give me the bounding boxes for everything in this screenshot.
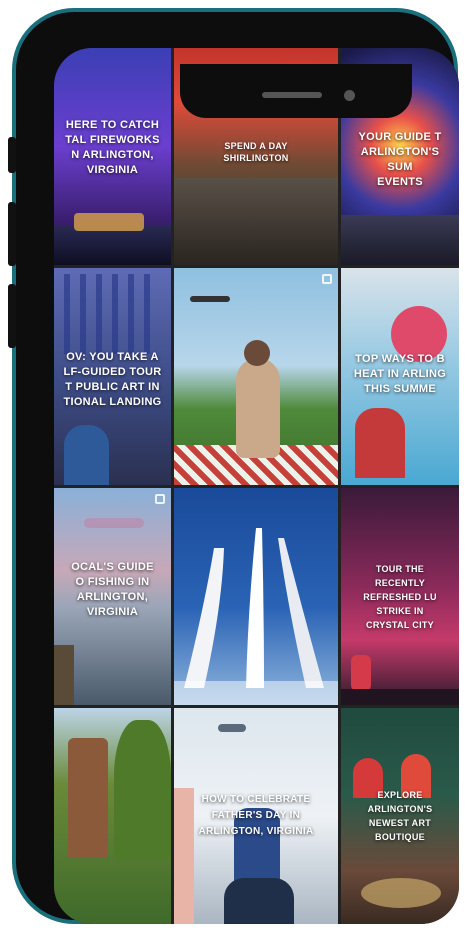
tile-title: TOUR THE RECENTLY REFRESHED LU STRIKE IN… [363, 564, 437, 630]
feed-tile-fishing[interactable]: OCAL'S GUIDE O FISHING IN ARLINGTON, VIR… [54, 488, 171, 705]
mute-switch [8, 137, 16, 173]
feed-tile-ruins[interactable] [54, 708, 171, 924]
tile-title: HOW TO CELEBRATE FATHER'S DAY IN ARLINGT… [198, 794, 314, 837]
memorial-spires-graphic [184, 528, 324, 688]
front-camera-icon [344, 90, 355, 101]
tile-title: SPEND A DAY SHIRLINGTON [223, 141, 289, 163]
feed-tile-beat-heat[interactable]: TOP WAYS TO B HEAT IN ARLING THIS SUMME [341, 268, 459, 485]
multi-photo-icon [322, 274, 332, 284]
speaker-grille [262, 92, 322, 98]
tile-title: EXPLORE ARLINGTON'S NEWEST ART BOUTIQUE [367, 790, 433, 842]
phone-screen: HERE TO CATCH TAL FIREWORKS N ARLINGTON,… [54, 48, 459, 924]
feed-tile-air-force-memorial[interactable] [174, 488, 338, 705]
tile-title: OV: YOU TAKE A LF-GUIDED TOUR T PUBLIC A… [63, 351, 162, 408]
photo-grid: HERE TO CATCH TAL FIREWORKS N ARLINGTON,… [54, 48, 459, 924]
feed-tile-lucky-strike[interactable]: TOUR THE RECENTLY REFRESHED LU STRIKE IN… [341, 488, 459, 705]
tile-title: OCAL'S GUIDE O FISHING IN ARLINGTON, VIR… [71, 561, 154, 618]
feed-tile-picnic[interactable] [174, 268, 338, 485]
volume-down-button [8, 284, 16, 348]
feed-tile-public-art[interactable]: OV: YOU TAKE A LF-GUIDED TOUR T PUBLIC A… [54, 268, 171, 485]
multi-photo-icon [155, 494, 165, 504]
feed-tile-art-boutique[interactable]: EXPLORE ARLINGTON'S NEWEST ART BOUTIQUE [341, 708, 459, 924]
tile-title: TOP WAYS TO B HEAT IN ARLING THIS SUMME [353, 353, 447, 395]
tile-title: HERE TO CATCH TAL FIREWORKS N ARLINGTON,… [65, 119, 160, 176]
volume-up-button [8, 202, 16, 266]
feed-tile-fathers-day[interactable]: HOW TO CELEBRATE FATHER'S DAY IN ARLINGT… [174, 708, 338, 924]
feed-tile-fireworks[interactable]: HERE TO CATCH TAL FIREWORKS N ARLINGTON,… [54, 48, 171, 265]
phone-frame: HERE TO CATCH TAL FIREWORKS N ARLINGTON,… [8, 8, 459, 924]
notch [180, 64, 412, 118]
tile-title: YOUR GUIDE T ARLINGTON'S SUM EVENTS [358, 131, 442, 188]
